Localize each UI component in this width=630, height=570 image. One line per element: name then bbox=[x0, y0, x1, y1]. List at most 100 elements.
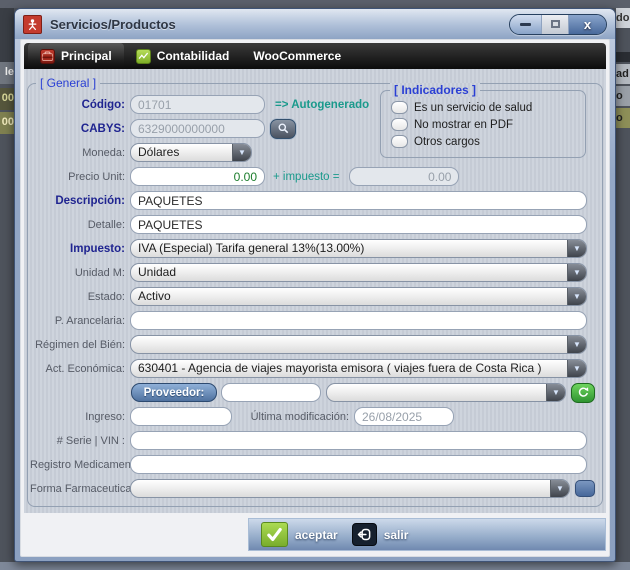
close-button[interactable]: x bbox=[569, 15, 606, 34]
regimen-label: Régimen del Bién: bbox=[30, 339, 130, 351]
footer: aceptar salir bbox=[21, 513, 609, 557]
field-row-estado: Estado: Activo bbox=[28, 287, 602, 306]
proveedor-refresh-button[interactable] bbox=[571, 383, 595, 403]
cabys-input[interactable] bbox=[130, 119, 265, 138]
codigo-input[interactable] bbox=[130, 95, 265, 114]
tab-woocommerce[interactable]: WooCommerce bbox=[241, 43, 353, 69]
field-row-impuesto: Impuesto: IVA (Especial) Tarifa general … bbox=[28, 239, 602, 258]
window-controls: x bbox=[509, 14, 607, 35]
modificacion-input[interactable] bbox=[354, 407, 454, 426]
parent-window-right-edge: do ad o o bbox=[616, 8, 630, 570]
window-title: Servicios/Productos bbox=[50, 17, 176, 32]
field-row-regimen: Régimen del Bién: bbox=[28, 335, 602, 354]
parent-fragment-header: ad bbox=[616, 64, 630, 84]
descripcion-input[interactable] bbox=[130, 191, 587, 210]
maximize-button[interactable] bbox=[541, 15, 569, 34]
proveedor-value bbox=[327, 384, 546, 401]
accept-button[interactable]: aceptar bbox=[261, 522, 338, 547]
field-row-ingreso: Ingreso: Última modificación: bbox=[28, 407, 602, 426]
unidad-value: Unidad bbox=[131, 264, 567, 281]
tab-page-general: [ General ] [ Indicadores ] Es un servic… bbox=[24, 69, 606, 513]
minimize-button[interactable] bbox=[510, 15, 541, 34]
chart-icon bbox=[136, 49, 151, 64]
forma-value bbox=[131, 480, 550, 497]
toolbox-icon bbox=[40, 49, 55, 64]
serie-label: # Serie | VIN : bbox=[30, 435, 130, 447]
serie-input[interactable] bbox=[130, 431, 587, 450]
registro-input[interactable] bbox=[130, 455, 587, 474]
dropdown-arrow-icon bbox=[546, 384, 565, 401]
dropdown-arrow-icon bbox=[567, 360, 586, 377]
exit-button[interactable]: salir bbox=[352, 523, 409, 546]
parent-window-bottom-strip bbox=[0, 562, 630, 570]
minimize-icon bbox=[520, 23, 531, 26]
forma-select[interactable] bbox=[130, 479, 570, 498]
impuesto-select[interactable]: IVA (Especial) Tarifa general 13%(13.00%… bbox=[130, 239, 587, 258]
titlebar[interactable]: Servicios/Productos x bbox=[15, 9, 615, 39]
checkbox-otros-cargos[interactable] bbox=[391, 135, 408, 148]
precio-con-impuesto-input[interactable] bbox=[349, 167, 459, 186]
tab-label: WooCommerce bbox=[253, 49, 341, 63]
checkbox-servicio-salud[interactable] bbox=[391, 101, 408, 114]
field-row-detalle: Detalle: bbox=[28, 215, 602, 234]
tab-label: Contabilidad bbox=[157, 49, 230, 63]
estado-select[interactable]: Activo bbox=[130, 287, 587, 306]
tab-label: Principal bbox=[61, 49, 112, 63]
tab-contabilidad[interactable]: Contabilidad bbox=[124, 43, 242, 69]
checkbox-label: No mostrar en PDF bbox=[414, 119, 513, 131]
exit-label: salir bbox=[384, 528, 409, 542]
cabys-search-button[interactable] bbox=[270, 119, 296, 139]
checkmark-icon bbox=[261, 522, 288, 547]
cabys-label: CABYS: bbox=[30, 123, 130, 135]
field-row-registro: Registro Medicamento: bbox=[28, 455, 602, 474]
actividad-value: 630401 - Agencia de viajes mayorista emi… bbox=[131, 360, 567, 377]
proveedor-button[interactable]: Proveedor: bbox=[131, 383, 217, 402]
parent-window-top-strip bbox=[0, 0, 630, 8]
field-row-descripcion: Descripción: bbox=[28, 191, 602, 210]
unidad-select[interactable]: Unidad bbox=[130, 263, 587, 282]
detalle-input[interactable] bbox=[130, 215, 587, 234]
refresh-icon bbox=[577, 386, 590, 399]
ingreso-input[interactable] bbox=[130, 407, 232, 426]
indicadores-group: [ Indicadores ] Es un servicio de salud … bbox=[380, 90, 586, 158]
arancelaria-input[interactable] bbox=[130, 311, 587, 330]
indicadores-title: [ Indicadores ] bbox=[390, 83, 480, 97]
parent-window-left-edge: le 00 00 bbox=[0, 8, 14, 570]
field-row-forma: Forma Farmaceutica: bbox=[28, 479, 602, 498]
regimen-select[interactable] bbox=[130, 335, 587, 354]
actividad-select[interactable]: 630401 - Agencia de viajes mayorista emi… bbox=[130, 359, 587, 378]
checkbox-label: Es un servicio de salud bbox=[414, 102, 532, 114]
forma-extra-button[interactable] bbox=[575, 480, 595, 497]
field-row-arancelaria: P. Arancelaria: bbox=[28, 311, 602, 330]
indicator-row: Es un servicio de salud bbox=[391, 99, 585, 116]
proveedor-code-input[interactable] bbox=[221, 383, 321, 402]
precio-input[interactable] bbox=[130, 167, 265, 186]
indicator-row: Otros cargos bbox=[391, 133, 585, 150]
moneda-value: Dólares bbox=[131, 144, 232, 161]
checkbox-no-mostrar-pdf[interactable] bbox=[391, 118, 408, 131]
tab-bar: Principal Contabilidad WooCommerce bbox=[24, 43, 606, 69]
proveedor-select[interactable] bbox=[326, 383, 566, 402]
checkbox-label: Otros cargos bbox=[414, 136, 480, 148]
group-title: [ General ] bbox=[36, 76, 100, 90]
estado-label: Estado: bbox=[30, 291, 130, 303]
impuesto-suffix-label: + impuesto = bbox=[273, 171, 339, 183]
tab-principal[interactable]: Principal bbox=[28, 43, 124, 69]
field-row-proveedor: Proveedor: bbox=[28, 383, 602, 402]
impuesto-value: IVA (Especial) Tarifa general 13%(13.00%… bbox=[131, 240, 567, 257]
parent-fragment-text: do bbox=[616, 8, 630, 28]
general-group: [ General ] [ Indicadores ] Es un servic… bbox=[27, 83, 603, 507]
dropdown-arrow-icon bbox=[550, 480, 569, 497]
accept-label: aceptar bbox=[295, 528, 338, 542]
dropdown-arrow-icon bbox=[567, 288, 586, 305]
parent-fragment-cell: 00 bbox=[0, 112, 14, 134]
indicator-row: No mostrar en PDF bbox=[391, 116, 585, 133]
field-row-unidad: Unidad M: Unidad bbox=[28, 263, 602, 282]
dialog-content-frame: Principal Contabilidad WooCommerce [ Gen… bbox=[20, 39, 610, 557]
impuesto-label: Impuesto: bbox=[30, 243, 130, 255]
parent-fragment-cell: o bbox=[616, 108, 630, 128]
maximize-icon bbox=[551, 20, 560, 28]
moneda-select[interactable]: Dólares bbox=[130, 143, 252, 162]
ingreso-label: Ingreso: bbox=[30, 411, 130, 423]
parent-fragment-dark bbox=[0, 8, 14, 62]
